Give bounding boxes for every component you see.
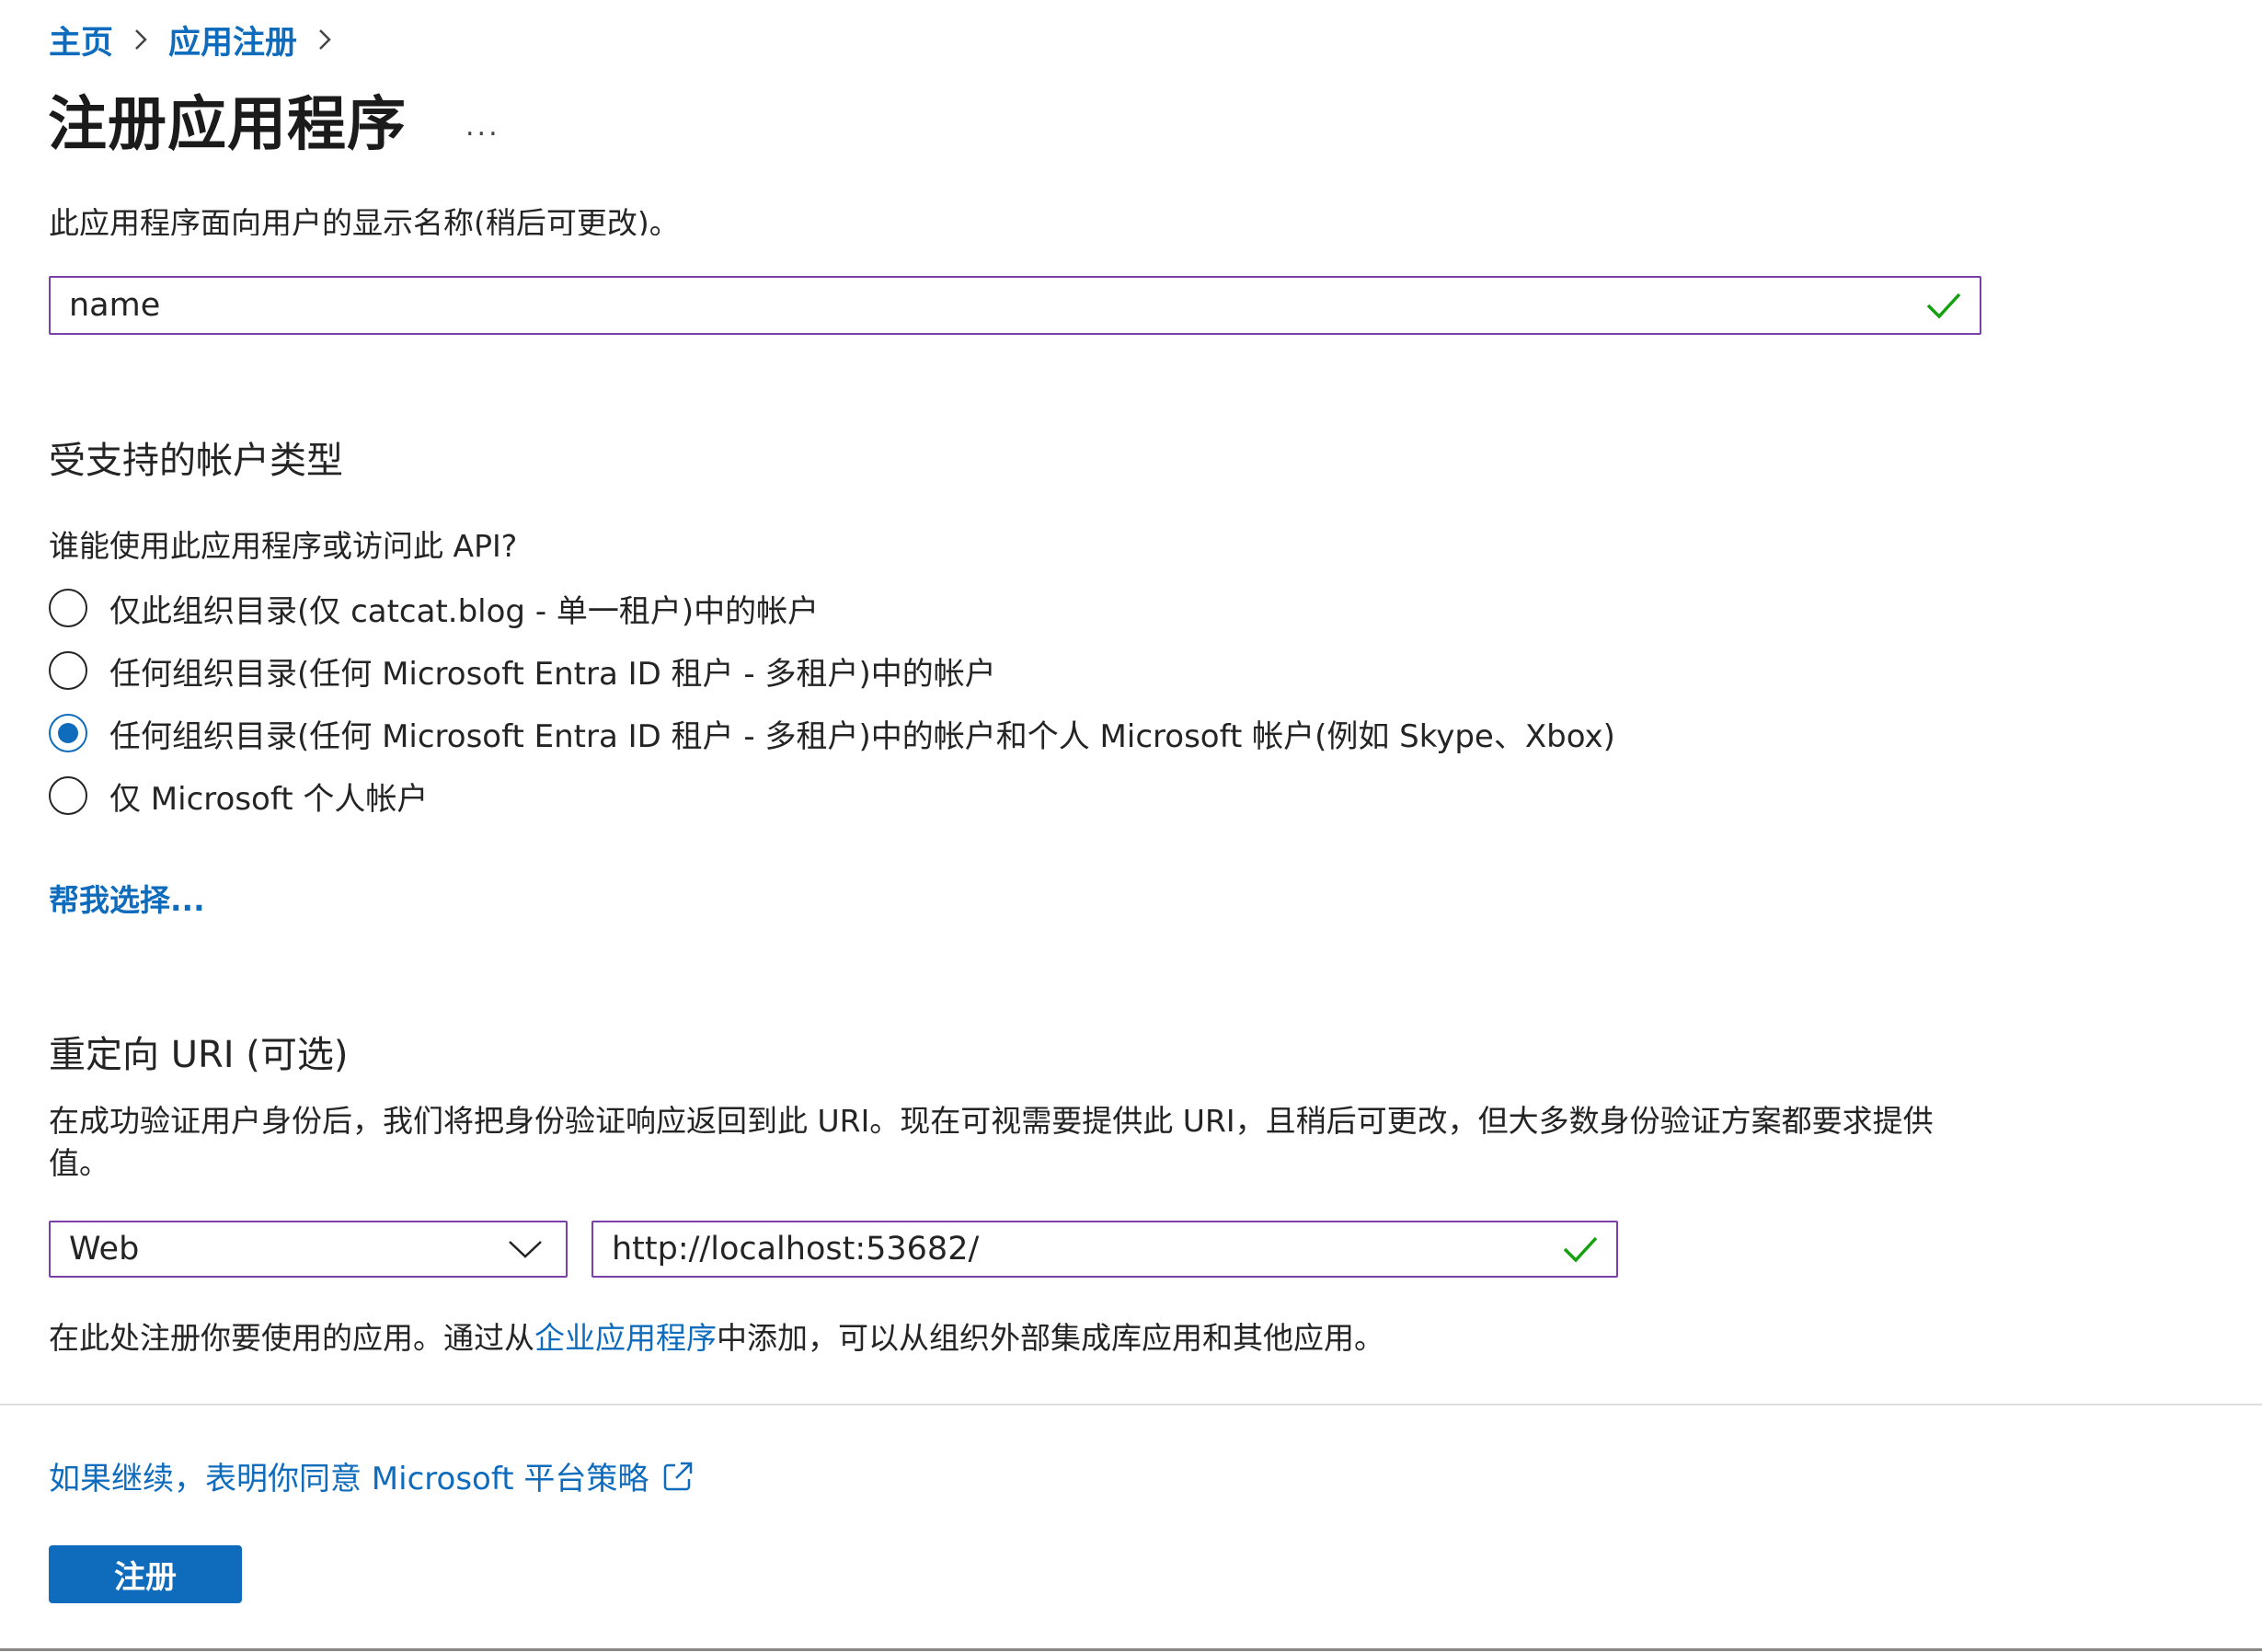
radio-dot: [58, 723, 78, 743]
register-button[interactable]: 注册: [49, 1545, 242, 1603]
chevron-down-icon: [509, 1241, 542, 1258]
redirect-uri-description: 在成功验证用户身份后，我们将把身份验证响应返回到此 URI。现在可视需要提供此 …: [49, 1103, 1934, 1181]
bottom-border: [0, 1648, 2262, 1651]
redirect-uri-heading: 重定向 URI (可选): [49, 1034, 349, 1076]
radio-option-personal-only[interactable]: 仅 Microsoft 个人帐户: [49, 770, 428, 821]
account-types-heading: 受支持的帐户类型: [49, 440, 343, 482]
chevron-right-icon: [297, 26, 352, 53]
radio-option-single-tenant[interactable]: 仅此组织目录(仅 catcat.blog - 单一租户)中的帐户: [49, 582, 819, 634]
radio-button[interactable]: [49, 589, 87, 627]
platform-policy-link[interactable]: 如果继续，表明你同意 Microsoft 平台策略: [49, 1453, 649, 1498]
radio-label: 任何组织目录(任何 Microsoft Entra ID 租户 - 多租户)中的…: [109, 717, 1615, 755]
register-note-prefix: 在此处注册你要使用的应用。通过从: [49, 1320, 534, 1356]
checkmark-icon: [1926, 293, 1961, 319]
breadcrumb: 主页 应用注册: [49, 17, 352, 63]
redirect-uri-input[interactable]: http://localhost:53682/: [591, 1221, 1618, 1278]
register-note: 在此处注册你要使用的应用。通过从企业应用程序中添加，可以从组织外部集成库应用和其…: [49, 1314, 1384, 1358]
breadcrumb-home-link[interactable]: 主页: [49, 17, 113, 63]
more-options-button[interactable]: ...: [465, 110, 500, 143]
chevron-right-icon: [113, 26, 168, 53]
name-hint-clip: 此应用程序面向用户的显示名称(稍后可更改)。: [49, 182, 1337, 235]
radio-label: 仅 Microsoft 个人帐户: [109, 780, 429, 818]
redirect-uri-value: http://localhost:53682/: [612, 1231, 980, 1268]
external-link-icon[interactable]: [661, 1460, 695, 1493]
account-types-question: 谁能使用此应用程序或访问此 API?: [49, 528, 518, 564]
breadcrumb-app-registrations-link[interactable]: 应用注册: [168, 17, 297, 63]
page-title: 注册应用程序: [48, 91, 407, 159]
radio-label: 任何组织目录(任何 Microsoft Entra ID 租户 - 多租户)中的…: [109, 655, 996, 693]
radio-option-multi-tenant[interactable]: 任何组织目录(任何 Microsoft Entra ID 租户 - 多租户)中的…: [49, 645, 996, 696]
register-note-suffix: 中添加，可以从组织外部集成库应用和其他应用。: [717, 1320, 1384, 1356]
title-row: 注册应用程序 ...: [48, 77, 500, 162]
radio-option-multi-tenant-personal[interactable]: 任何组织目录(任何 Microsoft Entra ID 租户 - 多租户)中的…: [49, 707, 1615, 759]
register-app-page: 主页 应用注册 注册应用程序 ... 此应用程序面向用户的显示名称(稍后可更改)…: [0, 0, 2262, 1652]
enterprise-applications-link[interactable]: 企业应用程序: [534, 1320, 717, 1356]
radio-button[interactable]: [49, 651, 87, 690]
radio-button[interactable]: [49, 776, 87, 815]
checkmark-icon: [1563, 1236, 1598, 1263]
divider: [0, 1404, 2262, 1405]
radio-button-selected[interactable]: [49, 714, 87, 752]
policy-row: 如果继续，表明你同意 Microsoft 平台策略: [49, 1453, 695, 1498]
name-hint-text: 此应用程序面向用户的显示名称(稍后可更改)。: [49, 205, 680, 235]
name-input[interactable]: name: [49, 276, 1981, 335]
platform-select[interactable]: Web: [49, 1221, 568, 1278]
radio-label: 仅此组织目录(仅 catcat.blog - 单一租户)中的帐户: [109, 592, 820, 630]
help-me-choose-link[interactable]: 帮我选择...: [49, 876, 205, 920]
name-input-value: name: [69, 287, 161, 324]
platform-select-value: Web: [69, 1231, 140, 1268]
